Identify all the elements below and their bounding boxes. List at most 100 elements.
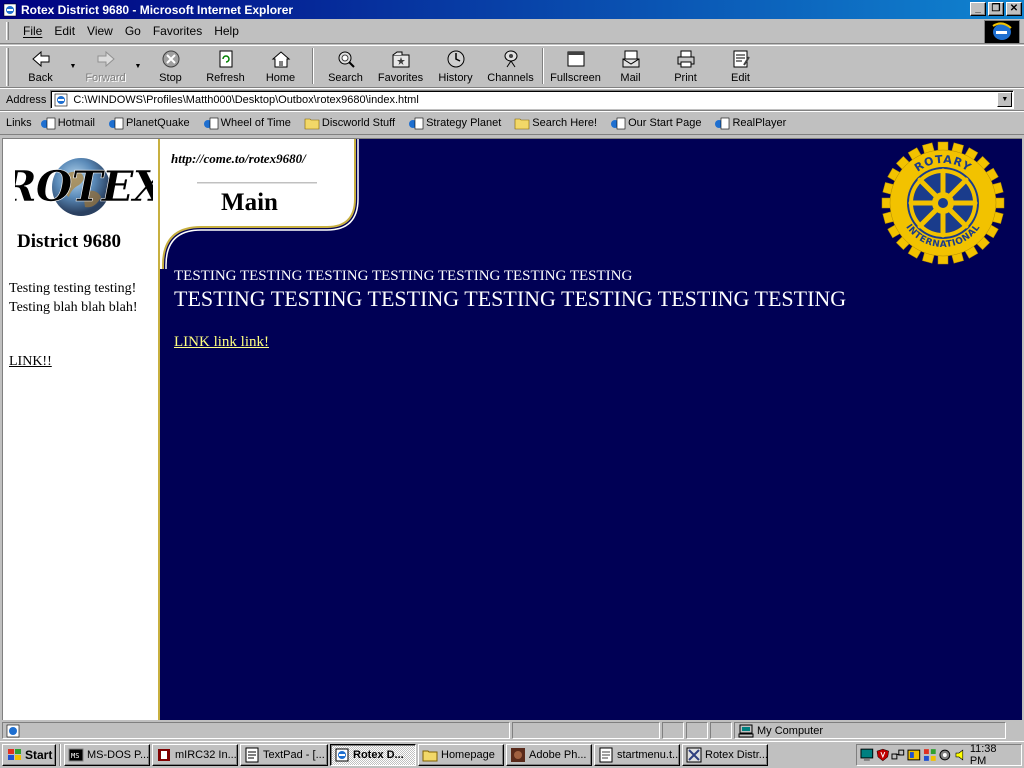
back-dropdown-icon[interactable]: ▼ <box>68 46 78 86</box>
main-content-link[interactable]: LINK link link! <box>174 334 269 351</box>
link-strategy-planet[interactable]: Strategy Planet <box>408 116 501 130</box>
link-wheel-of-time[interactable]: Wheel of Time <box>203 116 291 130</box>
print-label: Print <box>674 72 697 84</box>
taskbar: Start MS MS-DOS P... mIRC32 In... TextPa… <box>0 741 1024 768</box>
task-ms-dos[interactable]: MS MS-DOS P... <box>64 744 150 766</box>
maximize-button[interactable]: ❐ <box>988 2 1004 16</box>
toolbar-separator <box>542 48 544 84</box>
edit-button[interactable]: Edit <box>713 46 768 86</box>
link-our-start-page[interactable]: Our Start Page <box>610 116 701 130</box>
gear-tray-icon[interactable] <box>938 748 952 762</box>
edit-icon <box>733 50 750 68</box>
task-label: TextPad - [... <box>263 749 325 761</box>
menu-edit[interactable]: Edit <box>48 22 81 40</box>
address-input[interactable]: C:\WINDOWS\Profiles\Matth000\Desktop\Out… <box>50 90 1015 109</box>
channels-button[interactable]: Channels <box>483 46 538 86</box>
menu-help[interactable]: Help <box>208 22 245 40</box>
task-rotex-ie[interactable]: Rotex D... <box>330 744 416 766</box>
title-bar: Rotex District 9680 - Microsoft Internet… <box>0 0 1024 19</box>
refresh-label: Refresh <box>206 72 245 84</box>
left-nav-link[interactable]: LINK!! <box>9 354 52 370</box>
stop-icon <box>162 50 179 68</box>
mail-button[interactable]: Mail <box>603 46 658 86</box>
address-dropdown-icon[interactable]: ▼ <box>997 92 1013 107</box>
left-nav-text: Testing testing testing! Testing blah bl… <box>9 281 138 315</box>
msdos-icon: MS <box>68 748 84 762</box>
taskbar-separator <box>59 744 61 766</box>
task-startmenu[interactable]: startmenu.t... <box>594 744 680 766</box>
back-label: Back <box>28 72 53 84</box>
favorites-button[interactable]: Favorites <box>373 46 428 86</box>
link-page-icon <box>108 117 124 130</box>
system-tray: 11:38 PM <box>856 743 1022 767</box>
menu-view[interactable]: View <box>81 22 119 40</box>
task-textpad[interactable]: TextPad - [... <box>240 744 328 766</box>
folder-icon <box>514 118 530 130</box>
forward-button[interactable]: Forward <box>78 46 133 86</box>
monitor-tray-icon[interactable] <box>860 748 874 762</box>
taskbar-clock[interactable]: 11:38 PM <box>970 743 1015 767</box>
task-mirc[interactable]: mIRC32 In... <box>152 744 238 766</box>
toolbar-separator <box>312 48 314 84</box>
task-label: mIRC32 In... <box>175 749 237 761</box>
home-icon <box>271 51 290 68</box>
menu-grip[interactable] <box>6 22 9 40</box>
link-realplayer-label: RealPlayer <box>732 117 787 129</box>
fullscreen-label: Fullscreen <box>550 72 601 84</box>
home-label: Home <box>265 72 296 84</box>
back-arrow-icon <box>31 50 49 68</box>
history-button[interactable]: History <box>428 46 483 86</box>
minimize-button[interactable]: _ <box>970 2 986 16</box>
search-button[interactable]: Search <box>318 46 373 86</box>
task-homepage[interactable]: Homepage <box>418 744 504 766</box>
toolbar-grip[interactable] <box>6 48 9 86</box>
volume-tray-icon[interactable] <box>954 748 968 762</box>
shield-tray-icon[interactable] <box>876 748 890 762</box>
apps-tray-icon[interactable] <box>923 748 937 762</box>
link-hotmail[interactable]: Hotmail <box>40 116 95 130</box>
stop-button[interactable]: Stop <box>143 46 198 86</box>
link-strategy-planet-label: Strategy Planet <box>426 117 502 129</box>
link-realplayer[interactable]: RealPlayer <box>714 116 786 130</box>
network-tray-icon[interactable] <box>891 748 905 762</box>
home-button[interactable]: Home <box>253 46 308 86</box>
menu-bar: File Edit View Go Favorites Help <box>0 19 1024 44</box>
menu-favorites[interactable]: Favorites <box>147 22 208 40</box>
favorites-icon <box>392 51 409 68</box>
task-label: Rotex Distr... <box>705 749 768 761</box>
menu-go[interactable]: Go <box>119 22 147 40</box>
standard-toolbar: Back ▼ Forward ▼ Stop Refresh Home Searc… <box>0 45 1024 88</box>
search-label: Search <box>328 72 363 84</box>
testing-text-small: TESTING TESTING TESTING TESTING TESTING … <box>174 268 633 284</box>
task-label: startmenu.t... <box>617 749 680 761</box>
header-divider <box>197 182 317 184</box>
refresh-icon <box>219 50 232 68</box>
mirc-icon <box>158 749 170 761</box>
back-button[interactable]: Back <box>13 46 68 86</box>
link-wheel-of-time-label: Wheel of Time <box>220 117 291 129</box>
task-rotex-district[interactable]: Rotex Distr... <box>682 744 768 766</box>
close-button[interactable]: ✕ <box>1006 2 1022 16</box>
menu-file[interactable]: File <box>17 22 48 40</box>
forward-arrow-icon <box>97 50 115 68</box>
link-planetquake[interactable]: PlanetQuake <box>108 116 190 130</box>
link-discworld-stuff[interactable]: Discworld Stuff <box>304 116 395 130</box>
folder-icon <box>422 750 438 762</box>
link-search-here[interactable]: Search Here! <box>514 116 597 130</box>
link-page-icon <box>715 117 730 130</box>
task-label: Rotex D... <box>353 749 404 761</box>
browser-content[interactable]: ROTEX District 9680 Testing testing test… <box>2 138 1022 720</box>
card-tray-icon[interactable] <box>907 748 921 762</box>
links-bar: Links Hotmail PlanetQuake Wheel of Time … <box>0 111 1024 135</box>
link-our-start-page-label: Our Start Page <box>628 117 702 129</box>
forward-dropdown-icon[interactable]: ▼ <box>133 46 143 86</box>
print-button[interactable]: Print <box>658 46 713 86</box>
folder-icon <box>304 118 320 130</box>
ie-window-icon[interactable] <box>3 3 17 17</box>
link-search-here-label: Search Here! <box>532 117 598 129</box>
refresh-button[interactable]: Refresh <box>198 46 253 86</box>
task-adobe-photoshop[interactable]: Adobe Ph... <box>506 744 592 766</box>
start-button[interactable]: Start <box>2 744 56 766</box>
fullscreen-button[interactable]: Fullscreen <box>548 46 603 86</box>
links-label: Links <box>6 117 32 129</box>
